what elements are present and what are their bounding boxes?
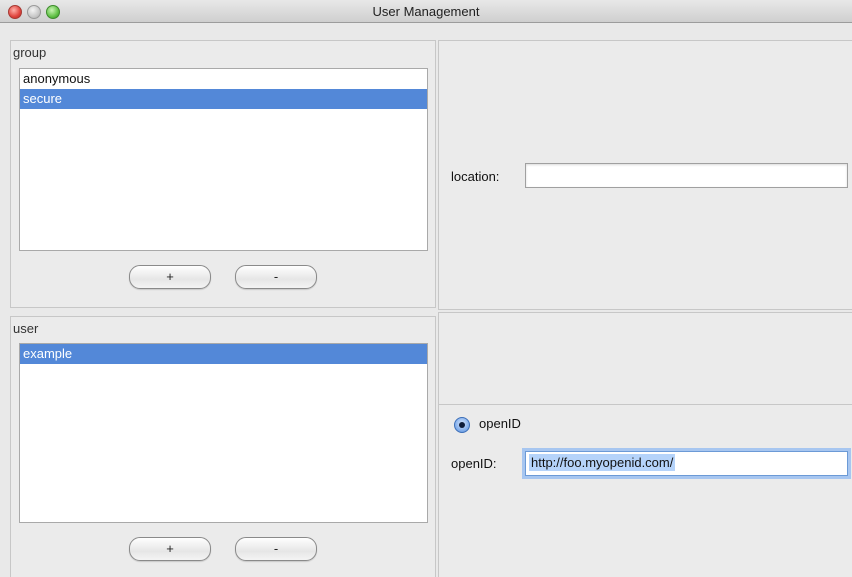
remove-user-button[interactable]: - (235, 537, 317, 561)
group-legend: group (11, 45, 49, 60)
user-legend: user (11, 321, 41, 336)
location-label: location: (451, 169, 500, 184)
openid-field[interactable]: http://foo.myopenid.com/ (525, 451, 848, 476)
user-list[interactable]: example (19, 343, 428, 523)
group-list-item-anonymous[interactable]: anonymous (20, 69, 427, 89)
openid-radio-label[interactable]: openID (479, 416, 521, 431)
openid-radio[interactable] (454, 417, 470, 433)
title-bar[interactable]: User Management (0, 0, 852, 23)
group-detail-pane: location: (438, 40, 852, 310)
group-list-item-secure[interactable]: secure (20, 89, 427, 109)
user-detail-top-pane (438, 312, 852, 406)
add-user-button[interactable]: + (129, 537, 211, 561)
openid-field-value: http://foo.myopenid.com/ (529, 454, 676, 471)
window-title: User Management (372, 4, 480, 19)
remove-group-button[interactable]: - (235, 265, 317, 289)
location-field[interactable] (525, 163, 848, 188)
radio-selected-dot (459, 422, 465, 428)
user-list-item-example[interactable]: example (20, 344, 427, 364)
user-detail-pane: openID openID: http://foo.myopenid.com/ (438, 404, 852, 577)
user-management-window: User Management group anonymous secure +… (0, 0, 852, 577)
group-list[interactable]: anonymous secure (19, 68, 428, 251)
add-group-button[interactable]: + (129, 265, 211, 289)
openid-field-label: openID: (451, 456, 497, 471)
group-pane: group anonymous secure + - (10, 40, 436, 308)
user-pane: user example + - (10, 316, 436, 577)
